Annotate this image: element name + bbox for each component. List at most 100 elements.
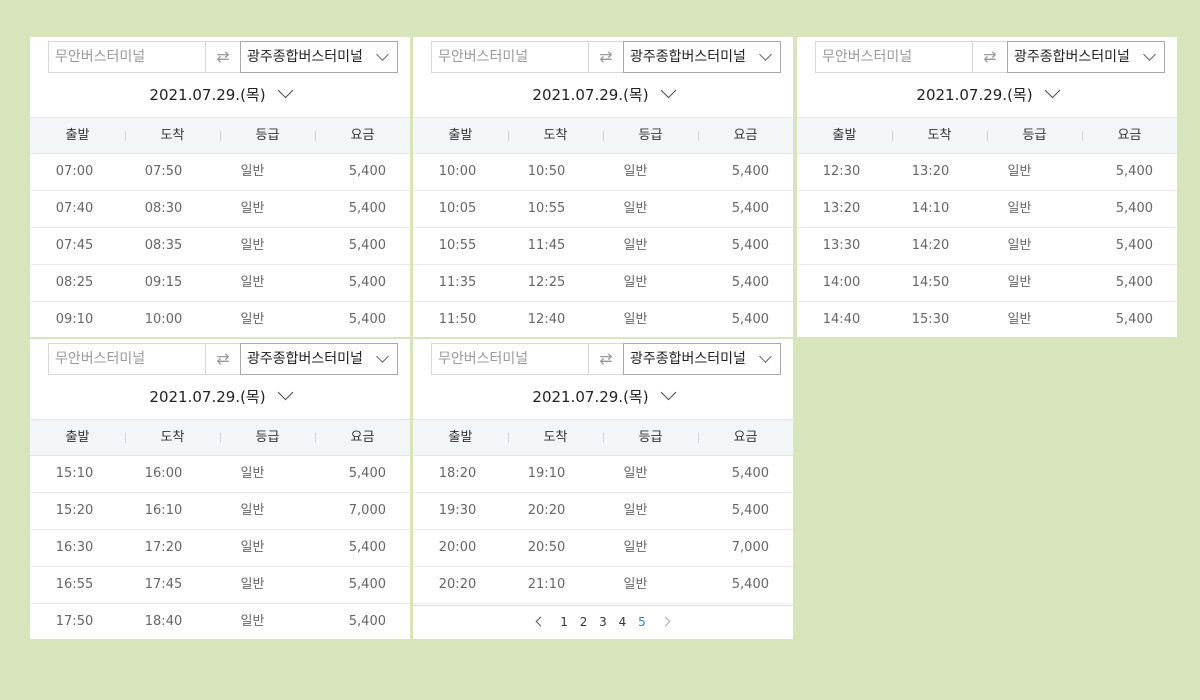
chevron-down-icon (277, 82, 293, 99)
departure-time: 07:45 (55, 238, 94, 253)
departure-time: 19:30 (438, 503, 477, 518)
grade: 일반 (623, 503, 648, 518)
table-row[interactable]: 07:00 07:50 일반 5,400 (30, 154, 410, 191)
departure-time: 16:55 (55, 577, 94, 592)
arrival-time: 08:35 (144, 238, 183, 253)
origin-input[interactable]: 무안버스터미널 (431, 41, 589, 73)
arrival-time: 07:50 (144, 164, 183, 179)
grade: 일반 (1007, 201, 1032, 216)
table-row[interactable]: 15:20 16:10 일반 7,000 (30, 493, 410, 530)
table-row[interactable]: 12:30 13:20 일반 5,400 (797, 154, 1177, 191)
table-row[interactable]: 07:45 08:35 일반 5,400 (30, 228, 410, 265)
chevron-right-icon[interactable] (660, 616, 671, 627)
table-row[interactable]: 20:00 20:50 일반 7,000 (413, 530, 793, 567)
origin-input[interactable]: 무안버스터미널 (48, 343, 206, 375)
page-4[interactable]: 4 (619, 606, 627, 638)
chevron-down-icon (1143, 48, 1156, 61)
date-label: 2021.07.29.(목) (149, 86, 266, 104)
destination-select[interactable]: 광주종합버스터미널 (240, 343, 398, 375)
date-selector[interactable]: 2021.07.29.(목) (413, 383, 793, 411)
table-row[interactable]: 19:30 20:20 일반 5,400 (413, 493, 793, 530)
grade: 일반 (1007, 312, 1032, 327)
table-row[interactable]: 10:55 11:45 일반 5,400 (413, 228, 793, 265)
table-row[interactable]: 14:40 15:30 일반 5,400 (797, 302, 1177, 337)
timetable-panel-3: 무안버스터미널 ⇄ 광주종합버스터미널 2021.07.29.(목) 출발 도착… (797, 37, 1177, 337)
origin-input[interactable]: 무안버스터미널 (815, 41, 973, 73)
fare: 5,400 (1115, 201, 1153, 216)
date-selector[interactable]: 2021.07.29.(목) (413, 81, 793, 109)
header-arrival: 도착 (892, 118, 987, 153)
origin-input[interactable]: 무안버스터미널 (431, 343, 589, 375)
chevron-down-icon (277, 384, 293, 401)
header-grade: 등급 (220, 118, 315, 153)
grade: 일반 (240, 577, 265, 592)
arrival-time: 20:50 (527, 540, 566, 555)
page-2[interactable]: 2 (580, 606, 588, 638)
arrival-time: 17:45 (144, 577, 183, 592)
table-row[interactable]: 17:50 18:40 일반 5,400 (30, 604, 410, 639)
timetable-panel-1: 무안버스터미널 ⇄ 광주종합버스터미널 2021.07.29.(목) 출발 도착… (30, 37, 410, 337)
date-selector[interactable]: 2021.07.29.(목) (30, 383, 410, 411)
fare: 5,400 (1115, 275, 1153, 290)
table-row[interactable]: 13:30 14:20 일반 5,400 (797, 228, 1177, 265)
page-5-current[interactable]: 5 (638, 606, 646, 638)
chevron-down-icon (376, 350, 389, 363)
arrival-time: 08:30 (144, 201, 183, 216)
page-3[interactable]: 3 (599, 606, 607, 638)
departure-time: 11:35 (438, 275, 477, 290)
departure-time: 10:00 (438, 164, 477, 179)
destination-select[interactable]: 광주종합버스터미널 (623, 343, 781, 375)
swap-icon[interactable]: ⇄ (206, 343, 240, 375)
header-grade: 등급 (603, 420, 698, 455)
fare: 5,400 (731, 238, 769, 253)
destination-select[interactable]: 광주종합버스터미널 (1007, 41, 1165, 73)
table-row[interactable]: 11:35 12:25 일반 5,400 (413, 265, 793, 302)
header-fare: 요금 (698, 118, 793, 153)
arrival-time: 17:20 (144, 540, 183, 555)
table-row[interactable]: 18:20 19:10 일반 5,400 (413, 456, 793, 493)
origin-input[interactable]: 무안버스터미널 (48, 41, 206, 73)
table-row[interactable]: 15:10 16:00 일반 5,400 (30, 456, 410, 493)
swap-icon[interactable]: ⇄ (589, 343, 623, 375)
departure-time: 07:00 (55, 164, 94, 179)
date-selector[interactable]: 2021.07.29.(목) (797, 81, 1177, 109)
departure-time: 12:30 (822, 164, 861, 179)
swap-icon[interactable]: ⇄ (589, 41, 623, 73)
arrival-time: 14:20 (911, 238, 950, 253)
table-row[interactable]: 10:05 10:55 일반 5,400 (413, 191, 793, 228)
grade: 일반 (240, 238, 265, 253)
page-1[interactable]: 1 (560, 606, 568, 638)
swap-icon[interactable]: ⇄ (973, 41, 1007, 73)
table-header: 출발 도착 등급 요금 (413, 117, 793, 154)
departure-time: 17:50 (55, 614, 94, 629)
table-row[interactable]: 20:20 21:10 일반 5,400 (413, 567, 793, 604)
departure-time: 10:05 (438, 201, 477, 216)
table-row[interactable]: 11:50 12:40 일반 5,400 (413, 302, 793, 337)
table-row[interactable]: 14:00 14:50 일반 5,400 (797, 265, 1177, 302)
table-row[interactable]: 10:00 10:50 일반 5,400 (413, 154, 793, 191)
arrival-time: 14:10 (911, 201, 950, 216)
date-label: 2021.07.29.(목) (916, 86, 1033, 104)
table-row[interactable]: 08:25 09:15 일반 5,400 (30, 265, 410, 302)
fare: 7,000 (348, 503, 386, 518)
table-row[interactable]: 07:40 08:30 일반 5,400 (30, 191, 410, 228)
route-selector: 무안버스터미널 ⇄ 광주종합버스터미널 (431, 343, 781, 375)
table-row[interactable]: 09:10 10:00 일반 5,400 (30, 302, 410, 337)
fare: 5,400 (348, 275, 386, 290)
arrival-time: 21:10 (527, 577, 566, 592)
swap-icon[interactable]: ⇄ (206, 41, 240, 73)
table-row[interactable]: 16:55 17:45 일반 5,400 (30, 567, 410, 604)
table-body: 07:00 07:50 일반 5,400 07:40 08:30 일반 5,400 07:4… (30, 154, 410, 337)
destination-label: 광주종합버스터미널 (630, 49, 746, 65)
destination-select[interactable]: 광주종합버스터미널 (240, 41, 398, 73)
table-row[interactable]: 16:30 17:20 일반 5,400 (30, 530, 410, 567)
date-selector[interactable]: 2021.07.29.(목) (30, 81, 410, 109)
fare: 5,400 (348, 238, 386, 253)
destination-select[interactable]: 광주종합버스터미널 (623, 41, 781, 73)
route-selector: 무안버스터미널 ⇄ 광주종합버스터미널 (431, 41, 781, 73)
grade: 일반 (240, 614, 265, 629)
grade: 일반 (240, 503, 265, 518)
chevron-left-icon[interactable] (535, 616, 546, 627)
departure-time: 16:30 (55, 540, 94, 555)
table-row[interactable]: 13:20 14:10 일반 5,400 (797, 191, 1177, 228)
